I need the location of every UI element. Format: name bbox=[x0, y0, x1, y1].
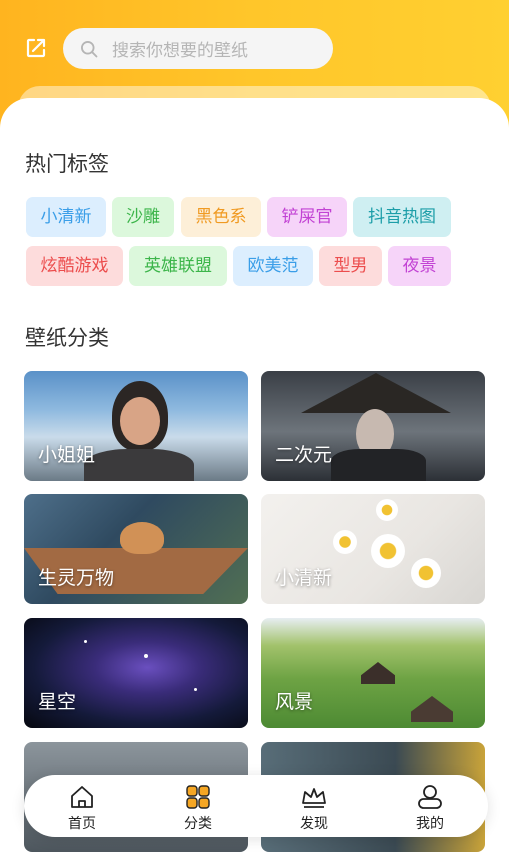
home-icon bbox=[71, 786, 93, 808]
daisy-flower bbox=[376, 499, 398, 521]
tag-item[interactable]: 欧美范 bbox=[233, 246, 313, 286]
tab-home[interactable]: 首页 bbox=[42, 781, 122, 833]
house bbox=[361, 662, 395, 684]
tag-item[interactable]: 夜景 bbox=[388, 246, 451, 286]
tab-label: 首页 bbox=[68, 816, 96, 832]
category-label: 风景 bbox=[275, 691, 314, 713]
tag-item[interactable]: 抖音热图 bbox=[353, 197, 451, 237]
search-input[interactable]: 搜索你想要的壁纸 bbox=[63, 28, 333, 69]
tab-label: 分类 bbox=[184, 816, 212, 832]
tab-label: 发现 bbox=[300, 816, 328, 832]
star bbox=[144, 654, 148, 658]
search-placeholder: 搜索你想要的壁纸 bbox=[112, 41, 248, 61]
category-card-landscape[interactable]: 风景 bbox=[261, 618, 485, 728]
category-icon bbox=[186, 785, 210, 809]
category-card-creatures[interactable]: 生灵万物 bbox=[24, 494, 248, 604]
daisy-flower bbox=[371, 534, 405, 568]
edit-icon[interactable] bbox=[24, 36, 48, 60]
star bbox=[194, 688, 197, 691]
category-label: 二次元 bbox=[275, 444, 333, 466]
house bbox=[411, 696, 453, 722]
category-label: 生灵万物 bbox=[38, 567, 115, 589]
tab-label: 我的 bbox=[416, 816, 444, 832]
tab-discover[interactable]: 发现 bbox=[274, 781, 354, 833]
tab-category[interactable]: 分类 bbox=[158, 781, 238, 833]
bottom-tabbar: 首页 分类 发现 我的 bbox=[24, 775, 488, 837]
tag-item[interactable]: 铲屎官 bbox=[267, 197, 347, 237]
tag-item[interactable]: 炫酷游戏 bbox=[26, 246, 123, 286]
search-icon bbox=[81, 40, 98, 57]
portrait-face bbox=[120, 397, 160, 445]
daisy-flower bbox=[333, 530, 357, 554]
category-card-starry[interactable]: 星空 bbox=[24, 618, 248, 728]
star bbox=[84, 640, 87, 643]
category-label: 星空 bbox=[38, 691, 77, 713]
portrait-shirt bbox=[84, 449, 194, 481]
tag-item[interactable]: 小清新 bbox=[26, 197, 106, 237]
tag-item[interactable]: 沙雕 bbox=[112, 197, 174, 237]
category-card-anime[interactable]: 二次元 bbox=[261, 371, 485, 481]
user-icon bbox=[418, 785, 442, 809]
crown-icon bbox=[302, 788, 326, 808]
category-card-fresh[interactable]: 小清新 bbox=[261, 494, 485, 604]
category-label: 小清新 bbox=[275, 567, 333, 589]
category-label: 小姐姐 bbox=[38, 444, 96, 466]
tag-item[interactable]: 黑色系 bbox=[181, 197, 261, 237]
daisy-flower bbox=[411, 558, 441, 588]
anime-body bbox=[331, 449, 426, 481]
tag-item[interactable]: 英雄联盟 bbox=[129, 246, 227, 286]
cat-figure bbox=[120, 522, 164, 554]
hot-tags-title: 热门标签 bbox=[25, 152, 109, 176]
anime-hat bbox=[301, 373, 451, 413]
tab-mine[interactable]: 我的 bbox=[390, 781, 470, 833]
category-card-girls[interactable]: 小姐姐 bbox=[24, 371, 248, 481]
categories-title: 壁纸分类 bbox=[25, 326, 109, 350]
tag-item[interactable]: 型男 bbox=[319, 246, 382, 286]
